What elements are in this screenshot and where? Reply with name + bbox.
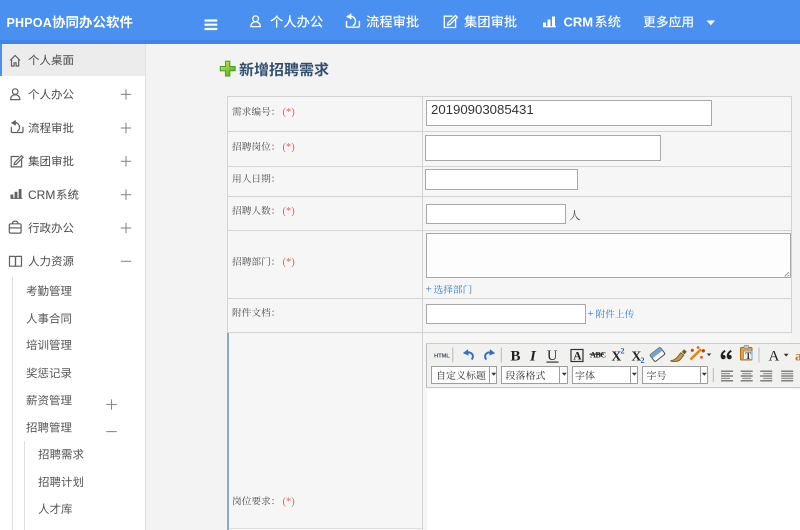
svg-text:(*): (*): [283, 497, 296, 508]
svg-text:A: A: [573, 351, 582, 363]
svg-text:2: 2: [621, 347, 625, 356]
svg-text:CRM: CRM: [28, 188, 55, 202]
svg-text:HTML: HTML: [434, 353, 450, 359]
svg-text:2: 2: [641, 356, 645, 365]
svg-text:T: T: [745, 351, 751, 361]
svg-text:(*): (*): [283, 142, 296, 153]
svg-text:(*): (*): [283, 206, 296, 217]
svg-text:+: +: [426, 284, 432, 296]
svg-text:(*): (*): [283, 107, 296, 118]
svg-text:I: I: [529, 349, 537, 365]
svg-text:CRM: CRM: [564, 15, 594, 30]
svg-text:B: B: [511, 349, 521, 365]
svg-text:(*): (*): [283, 257, 296, 268]
svg-text:A: A: [769, 349, 780, 365]
svg-text:20190903085431: 20190903085431: [431, 102, 534, 117]
svg-text:ABC: ABC: [590, 350, 606, 359]
svg-text:PHPOA: PHPOA: [7, 16, 52, 30]
svg-text:+: +: [588, 308, 594, 320]
svg-text:a: a: [795, 350, 800, 365]
